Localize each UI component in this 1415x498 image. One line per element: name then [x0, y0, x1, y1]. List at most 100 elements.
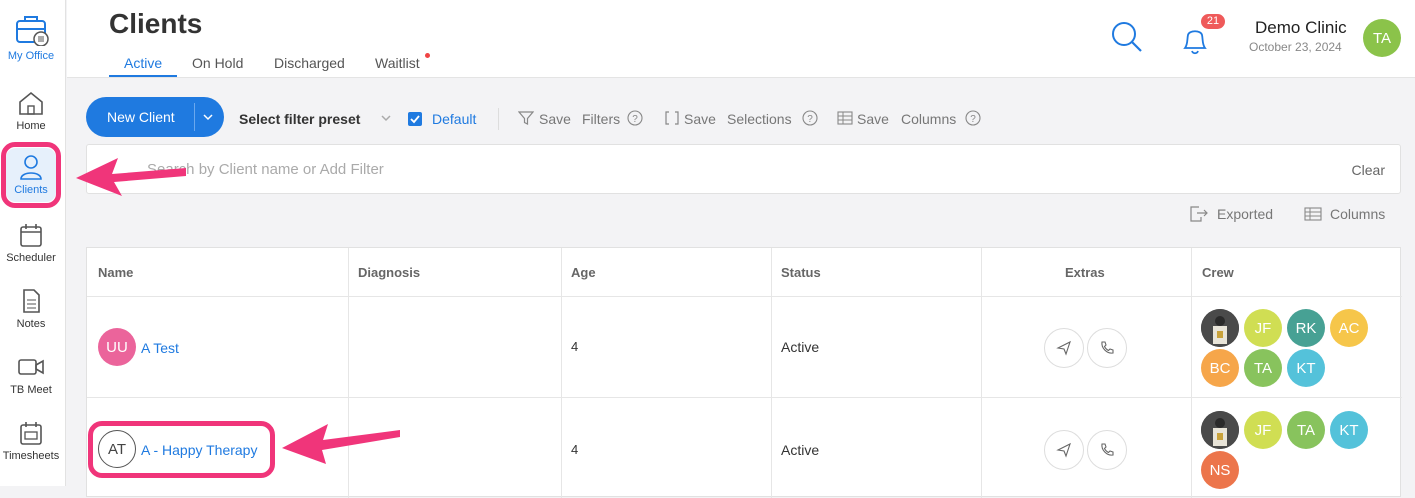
chevron-down-icon[interactable] — [380, 114, 392, 122]
crew-avatar[interactable]: KT — [1330, 411, 1368, 449]
default-label[interactable]: Default — [432, 111, 476, 127]
sidebar-item-label: Home — [16, 120, 46, 132]
help-icon[interactable]: ? — [627, 110, 643, 126]
page-title: Clients — [109, 8, 203, 39]
clear-button[interactable]: Clear — [1352, 162, 1385, 178]
crew-avatar[interactable]: AC — [1330, 309, 1368, 347]
row-divider — [87, 397, 1402, 398]
default-checkbox[interactable] — [408, 112, 422, 126]
sidebar-item-home[interactable]: Home — [0, 90, 62, 132]
crew-avatar[interactable]: KT — [1287, 349, 1325, 387]
table-icon — [1304, 207, 1322, 221]
crew-avatar[interactable]: RK — [1287, 309, 1325, 347]
new-client-button[interactable]: New Client — [86, 97, 224, 137]
help-icon[interactable]: ? — [965, 110, 981, 126]
user-avatar[interactable]: TA — [1363, 19, 1401, 57]
client-avatar: UU — [98, 328, 136, 366]
timesheet-icon — [20, 422, 42, 445]
sidebar-item-timesheets[interactable]: Timesheets — [0, 420, 62, 462]
toolbar-divider — [498, 108, 499, 130]
crew-avatar[interactable]: NS — [1201, 451, 1239, 489]
client-search-bar[interactable]: Search by Client name or Add Filter Clea… — [86, 144, 1401, 194]
tab-waitlist[interactable]: Waitlist — [375, 55, 420, 71]
document-icon — [23, 289, 40, 313]
column-divider — [561, 248, 562, 498]
help-icon[interactable]: ? — [802, 110, 818, 126]
client-arrow-annotation — [282, 424, 400, 464]
filter-icon — [518, 111, 534, 125]
crew-avatar[interactable]: JF — [1244, 309, 1282, 347]
client-name-link[interactable]: A Test — [141, 340, 179, 356]
button-divider — [194, 103, 195, 131]
video-camera-icon — [18, 359, 44, 375]
crew-avatar[interactable]: BC — [1201, 349, 1239, 387]
chevron-down-icon[interactable] — [202, 113, 214, 121]
sidebar-item-label: Notes — [16, 318, 46, 330]
sidebar-brand-label: My Office — [7, 50, 55, 62]
briefcase-icon — [16, 16, 49, 46]
client-status: Active — [781, 442, 820, 458]
call-button[interactable] — [1087, 430, 1127, 470]
filter-preset-select[interactable]: Select filter preset — [239, 111, 360, 127]
selection-bracket-icon — [665, 111, 679, 125]
exported-button[interactable]: Exported — [1217, 206, 1273, 222]
sidebar-item-notes[interactable]: Notes — [0, 288, 62, 330]
check-icon — [410, 115, 420, 124]
calendar-icon — [20, 224, 42, 247]
sidebar-item-scheduler[interactable]: Scheduler — [0, 222, 62, 264]
row-divider — [87, 296, 1402, 297]
sidebar-item-label: Scheduler — [6, 252, 56, 264]
save-columns-button[interactable]: Save — [857, 111, 889, 127]
tab-active[interactable]: Active — [124, 55, 162, 71]
sidebar-item-my-office[interactable]: My Office — [0, 12, 62, 62]
selections-label[interactable]: Selections — [727, 111, 792, 127]
columns-label[interactable]: Columns — [901, 111, 956, 127]
svg-text:?: ? — [970, 114, 976, 125]
column-divider — [1191, 248, 1192, 498]
column-divider — [771, 248, 772, 498]
active-tab-underline — [109, 75, 177, 77]
paper-plane-icon — [1056, 340, 1071, 356]
current-date: October 23, 2024 — [1249, 40, 1342, 54]
save-selections-button[interactable]: Save — [684, 111, 716, 127]
crew-avatar[interactable]: TA — [1287, 411, 1325, 449]
client-highlight-box — [88, 421, 275, 478]
crew-avatar[interactable]: TA — [1244, 349, 1282, 387]
tab-on-hold[interactable]: On Hold — [192, 55, 243, 71]
client-status: Active — [781, 339, 820, 355]
column-header-crew[interactable]: Crew — [1202, 265, 1234, 280]
export-icon — [1190, 206, 1208, 222]
column-header-diagnosis[interactable]: Diagnosis — [358, 265, 420, 280]
person-photo-icon — [1201, 411, 1239, 449]
organization-name: Demo Clinic — [1255, 18, 1347, 37]
filters-label[interactable]: Filters — [582, 111, 620, 127]
clients-arrow-annotation — [76, 158, 186, 196]
new-client-label: New Client — [107, 109, 175, 125]
svg-text:?: ? — [807, 114, 813, 125]
send-message-button[interactable] — [1044, 430, 1084, 470]
column-header-age[interactable]: Age — [571, 265, 596, 280]
save-filters-button[interactable]: Save — [539, 111, 571, 127]
column-header-name[interactable]: Name — [98, 265, 133, 280]
clients-highlight-box — [1, 142, 61, 208]
waitlist-indicator-dot — [425, 53, 430, 58]
crew-avatar[interactable]: JF — [1244, 411, 1282, 449]
crew-photo-avatar[interactable] — [1201, 309, 1239, 347]
search-icon[interactable] — [1110, 20, 1144, 54]
call-button[interactable] — [1087, 328, 1127, 368]
notification-count-badge: 21 — [1201, 14, 1225, 29]
column-header-extras[interactable]: Extras — [1065, 265, 1105, 280]
home-icon — [19, 91, 43, 115]
sidebar-item-label: Timesheets — [2, 450, 60, 462]
tab-discharged[interactable]: Discharged — [274, 55, 345, 71]
paper-plane-icon — [1056, 442, 1071, 458]
person-photo-icon — [1201, 309, 1239, 347]
column-header-status[interactable]: Status — [781, 265, 821, 280]
sidebar-item-label: TB Meet — [10, 384, 52, 396]
crew-photo-avatar[interactable] — [1201, 411, 1239, 449]
sidebar-item-tb-meet[interactable]: TB Meet — [0, 354, 62, 396]
bell-icon[interactable] — [1180, 24, 1210, 56]
send-message-button[interactable] — [1044, 328, 1084, 368]
columns-button[interactable]: Columns — [1330, 206, 1385, 222]
sidebar: My Office Home Clients Scheduler Notes T… — [0, 0, 66, 486]
